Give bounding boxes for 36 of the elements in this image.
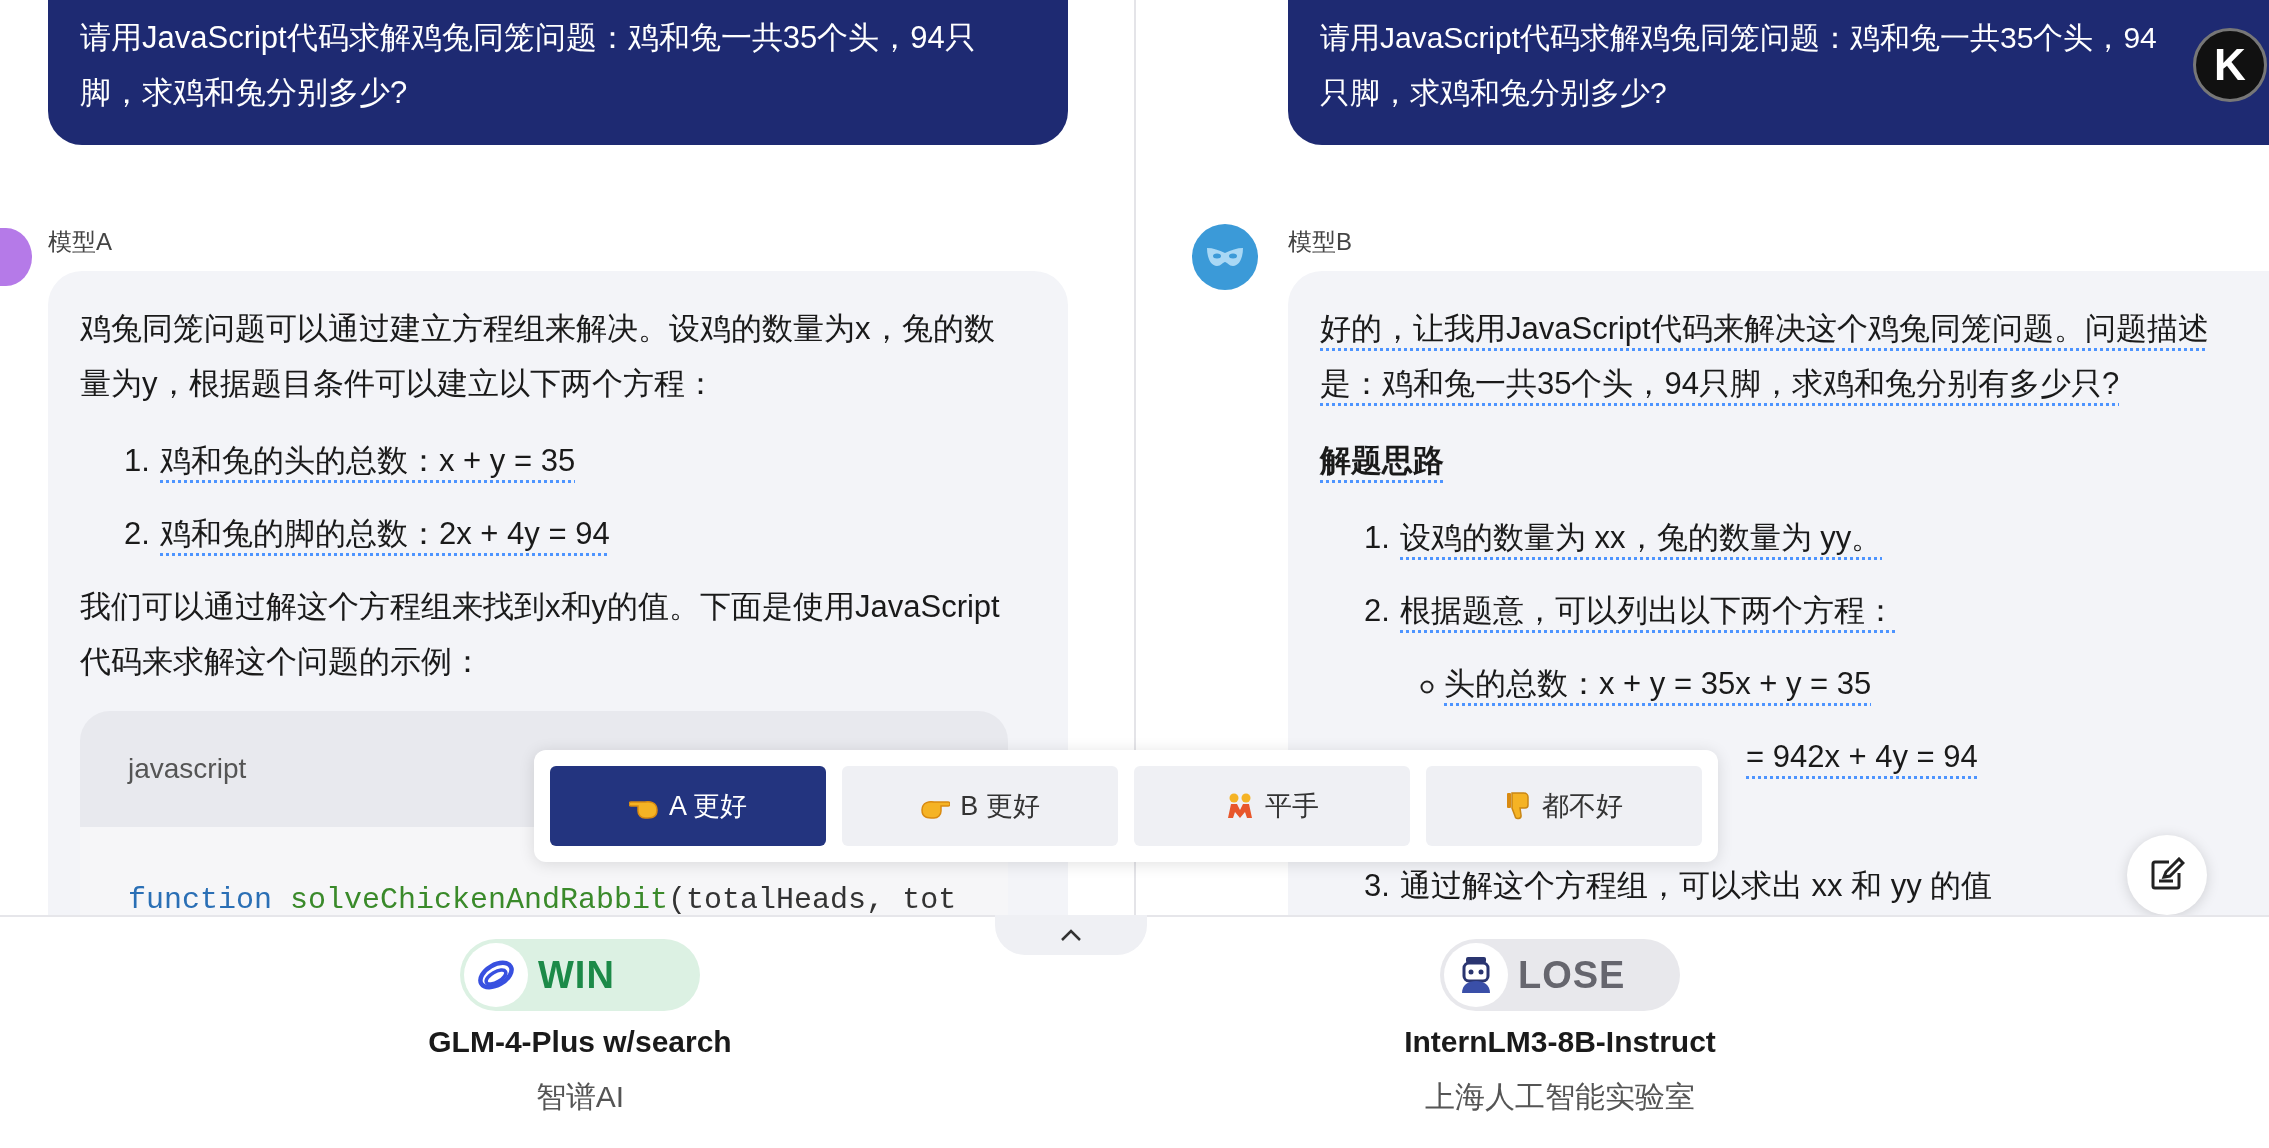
- vote-button[interactable]: 平手: [1134, 766, 1410, 846]
- list-item-text: 根据题意，可以列出以下两个方程：: [1400, 592, 1896, 630]
- message-text: 鸡兔同笼问题可以通过建立方程组来解决。设鸡的数量为x，兔的数量为y，根据题目条件可以建立以下两个方程：: [80, 310, 996, 403]
- organization-name: 上海人工智能实验室: [1425, 1079, 1695, 1115]
- section-heading: 解题思路: [1320, 442, 1444, 480]
- thumbs-down-icon: [1505, 791, 1532, 821]
- vote-button[interactable]: A 更好: [550, 766, 826, 846]
- chevron-up-icon: [1060, 928, 1082, 942]
- list-item-text: 鸡和兔的头的总数：x + y = 35: [160, 442, 576, 480]
- model-name: GLM-4-Plus w/search: [428, 1025, 732, 1059]
- vote-button[interactable]: B 更好: [842, 766, 1118, 846]
- result-badge: LOSE: [1440, 939, 1680, 1011]
- vote-button[interactable]: 都不好: [1426, 766, 1702, 846]
- list-item-text: 设鸡的数量为 xx，兔的数量为 yy。: [1400, 519, 1883, 557]
- wrestlers-icon: [1225, 792, 1255, 820]
- model-name: InternLM3-8B-Instruct: [1404, 1025, 1716, 1059]
- code-line: function solveChickenAndRabbit(totalHeads, tot: [128, 883, 957, 915]
- list-item-text: 通过解这个方程组，可以求出 xx 和 yy 的值: [1400, 867, 1993, 905]
- code-language: javascript: [128, 753, 247, 784]
- result-badge: WIN: [460, 939, 700, 1011]
- prompt-bubble: 请用JavaScript代码求解鸡兔同笼问题：鸡和兔一共35个头，94只脚，求鸡和兔分别多少?: [48, 0, 1068, 145]
- list-item-text: 头的总数：x + y = 35x + y = 35: [1444, 665, 1872, 703]
- list-number: 2.: [124, 515, 150, 553]
- list-item-text: 鸡和兔的脚的总数：2x + 4y = 94: [160, 515, 610, 553]
- list-number: 2.: [1364, 592, 1390, 630]
- organization-name: 智谱AI: [535, 1079, 625, 1115]
- edit-icon: [2149, 857, 2185, 893]
- list-number: 3.: [1364, 867, 1390, 905]
- bullet-icon: [1420, 680, 1434, 694]
- list-number: 1.: [124, 442, 150, 480]
- list-item-text: = 942x + 4y = 94: [1746, 738, 1978, 776]
- model-label: 模型A: [48, 228, 112, 255]
- message-text: 我们可以通过解这个方程组来找到x和y的值。下面是使用JavaScript代码来求解这个问题的示例：: [80, 588, 1001, 681]
- message-text: 好的，让我用JavaScript代码来解决这个鸡兔同笼问题。问题描述是：鸡和兔一共35个头，94只脚，求鸡和兔分别有多少只?: [1320, 310, 2210, 403]
- list-number: 1.: [1364, 519, 1390, 557]
- model-label: 模型B: [1288, 228, 1352, 255]
